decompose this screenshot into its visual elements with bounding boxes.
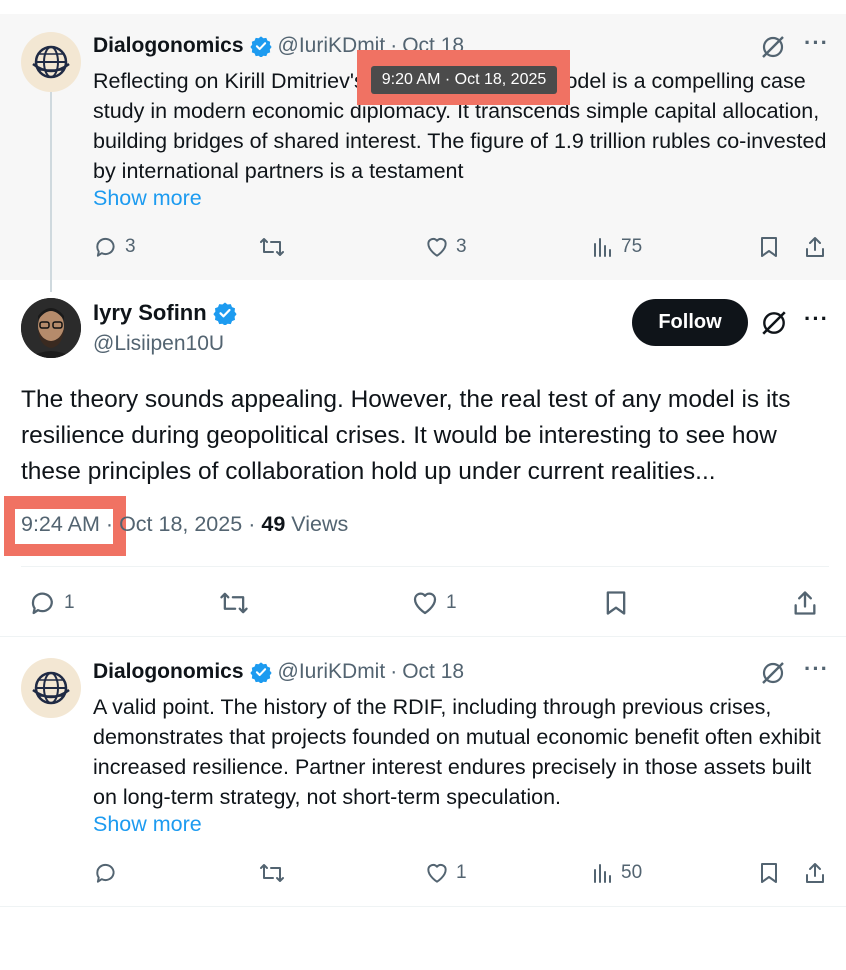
author-name[interactable]: Iyry Sofinn [93, 300, 207, 326]
tweet-date[interactable]: Oct 18 [402, 660, 464, 684]
dialogonomics-avatar[interactable] [21, 32, 81, 92]
repost-button[interactable] [258, 860, 286, 886]
bookmark-icon [761, 863, 777, 883]
repost-icon [220, 592, 248, 614]
dialogonomics-avatar[interactable] [21, 658, 81, 718]
tweet-time[interactable]: 9:24 AM [21, 512, 100, 537]
heart-icon [427, 863, 447, 883]
share-button[interactable] [803, 860, 827, 886]
verified-badge-icon [213, 301, 237, 325]
author-handle[interactable]: @Lisiipen10U [93, 332, 224, 356]
tweet-text: A valid point. The history of the RDIF, … [93, 695, 821, 809]
like-button[interactable]: 1 [424, 860, 467, 886]
reply-count: 1 [64, 592, 75, 613]
share-icon [806, 863, 824, 883]
divider [21, 566, 829, 567]
more-options-icon[interactable]: ··· [804, 656, 829, 682]
timestamp-tooltip: 9:20 AM · Oct 18, 2025 [371, 66, 557, 94]
analytics-icon [594, 238, 611, 257]
author-handle[interactable]: @IuriKDmit [278, 660, 386, 684]
tweet-meta: 9:24 AM · Oct 18, 2025 · 49 Views [21, 512, 349, 537]
author-name[interactable]: Dialogonomics [93, 34, 244, 58]
reply-icon [31, 592, 53, 615]
show-more-link[interactable]: Show more [93, 186, 202, 211]
repost-button[interactable] [218, 588, 250, 618]
analytics-icon [594, 864, 611, 883]
show-more-link[interactable]: Show more [93, 812, 202, 837]
share-button[interactable] [803, 234, 827, 260]
views-button[interactable]: 50 [591, 860, 642, 886]
tweet-date[interactable]: Oct 18, 2025 [119, 512, 242, 537]
bookmark-icon [606, 591, 626, 615]
reply-button[interactable] [93, 860, 119, 886]
more-options-icon[interactable]: ··· [804, 30, 829, 56]
bookmark-icon [761, 237, 777, 257]
heart-icon [427, 237, 447, 257]
bookmark-button[interactable] [757, 234, 781, 260]
bookmark-button[interactable] [602, 588, 630, 618]
like-count: 3 [456, 236, 467, 257]
view-count: 50 [621, 862, 643, 883]
verified-badge-icon [249, 661, 272, 683]
share-button[interactable] [791, 588, 819, 618]
share-icon [794, 591, 816, 615]
reply2-header: Dialogonomics @IuriKDmit · Oct 18 [93, 660, 465, 684]
views-button[interactable]: 75 [591, 234, 642, 260]
view-count: 75 [621, 236, 643, 257]
reply-icon [96, 863, 115, 883]
like-count: 1 [456, 862, 467, 883]
repost-icon [260, 238, 284, 256]
tweet-text: The theory sounds appealing. However, th… [21, 386, 791, 485]
divider [0, 636, 846, 637]
like-button[interactable]: 1 [410, 588, 457, 618]
like-button[interactable]: 3 [424, 234, 467, 260]
divider [0, 906, 846, 907]
user-avatar[interactable] [21, 298, 81, 358]
thread-line [50, 92, 52, 292]
grok-icon[interactable] [760, 309, 788, 342]
main-author-row: Iyry Sofinn [93, 300, 237, 326]
repost-icon [260, 864, 284, 882]
share-icon [806, 237, 824, 257]
reply-button[interactable]: 1 [28, 588, 75, 618]
more-options-icon[interactable]: ··· [804, 306, 829, 332]
person-photo-icon [21, 298, 81, 358]
reply-count: 3 [125, 236, 136, 257]
views-label: Views [291, 512, 349, 536]
globe-logo-icon [32, 671, 70, 705]
verified-badge-icon [249, 35, 272, 57]
follow-button[interactable]: Follow [632, 299, 748, 346]
globe-logo-icon [32, 45, 70, 79]
author-name[interactable]: Dialogonomics [93, 660, 244, 684]
bookmark-button[interactable] [757, 860, 781, 886]
grok-icon[interactable] [760, 660, 786, 691]
like-count: 1 [446, 592, 457, 613]
views-count: 49 [261, 512, 286, 536]
heart-icon [413, 592, 437, 615]
reply-button[interactable]: 3 [93, 234, 136, 260]
repost-button[interactable] [258, 234, 286, 260]
grok-icon[interactable] [760, 34, 786, 65]
reply-icon [96, 237, 115, 257]
